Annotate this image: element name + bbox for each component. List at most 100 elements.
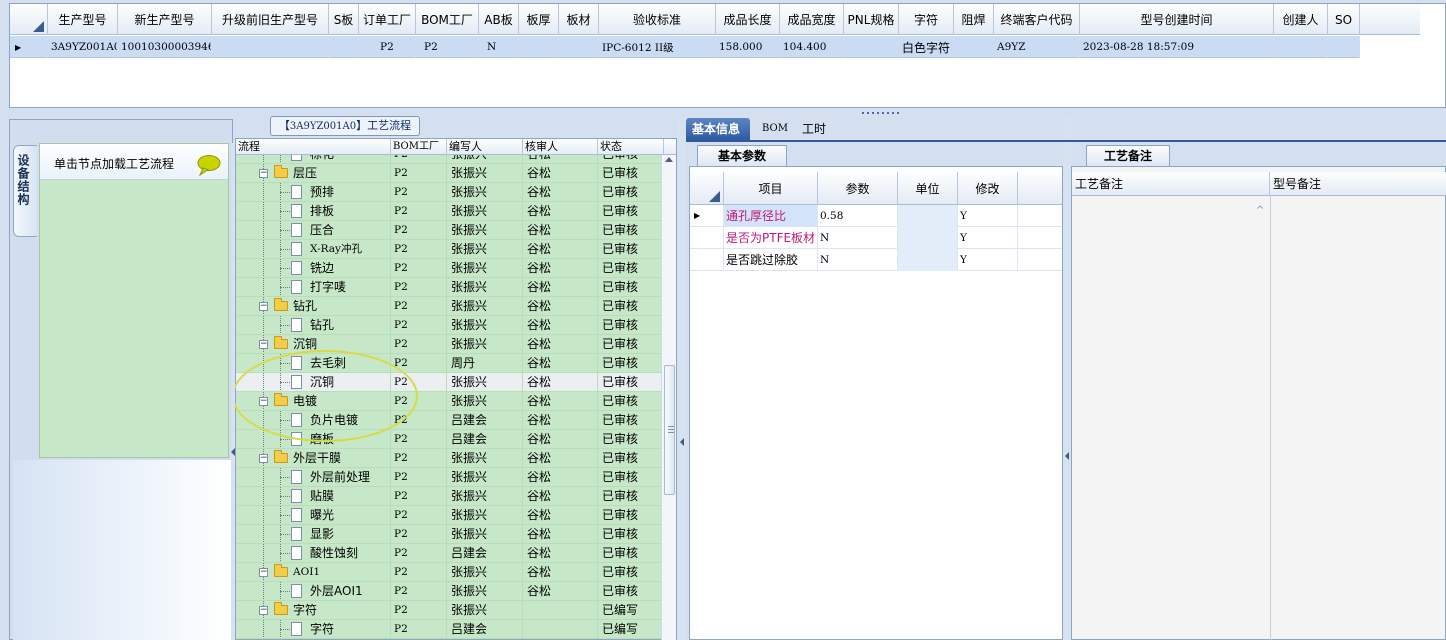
cell[interactable]: 2023-08-28 18:57:09 [1080, 36, 1274, 58]
collapse-icon[interactable]: − [259, 340, 268, 349]
tree-node-name[interactable]: 酸性蚀刻 [236, 544, 391, 562]
col-header[interactable]: 升级前旧生产型号 [212, 4, 329, 35]
writer-cell[interactable]: 张振兴 [447, 221, 523, 239]
reviewer-cell[interactable]: 谷松 [523, 354, 598, 372]
writer-cell[interactable]: 张振兴 [447, 468, 523, 486]
writer-cell[interactable]: 张振兴 [447, 449, 523, 467]
col-header[interactable]: 订单工厂 [359, 4, 416, 35]
bom-factory-cell[interactable]: P2 [391, 620, 447, 638]
writer-cell[interactable]: 张振兴 [447, 297, 523, 315]
grid-corner[interactable] [10, 4, 48, 35]
bom-factory-cell[interactable]: P2 [391, 544, 447, 562]
flow-node-panel[interactable]: 单击节点加载工艺流程 [39, 143, 229, 458]
cell[interactable] [559, 36, 599, 58]
reviewer-cell[interactable]: 谷松 [523, 240, 598, 258]
tree-step-row[interactable]: 显影 P2 张振兴 谷松 已审核 [236, 525, 662, 544]
tree-group-row[interactable]: − 钻孔 P2 张振兴 谷松 已审核 [236, 297, 662, 316]
param-unit[interactable] [898, 249, 958, 271]
col-header[interactable]: 型号创建时间 [1080, 4, 1274, 35]
reviewer-cell[interactable]: 谷松 [523, 525, 598, 543]
bom-factory-cell[interactable]: P2 [391, 582, 447, 600]
status-cell[interactable]: 已审核 [598, 316, 662, 334]
cell[interactable]: 白色字符 [899, 36, 954, 58]
vertical-splitter[interactable] [1063, 118, 1071, 640]
reviewer-cell[interactable]: 谷松 [523, 506, 598, 524]
writer-cell[interactable]: 张振兴 [447, 601, 523, 619]
tree-step-row[interactable]: X-Ray冲孔 P2 张振兴 谷松 已审核 [236, 240, 662, 259]
writer-cell[interactable]: 张振兴 [447, 563, 523, 581]
status-cell[interactable]: 已审核 [598, 449, 662, 467]
tree-node-name[interactable]: − 字符 [236, 601, 391, 619]
status-cell[interactable]: 已审核 [598, 335, 662, 353]
col-header[interactable]: 字符 [899, 4, 954, 35]
reviewer-cell[interactable]: 谷松 [523, 335, 598, 353]
collapse-left-arrow-icon[interactable] [680, 438, 684, 446]
vertical-splitter[interactable] [678, 118, 686, 640]
bom-factory-cell[interactable]: P2 [391, 297, 447, 315]
cell[interactable]: IPC-6012 II级 [599, 36, 716, 58]
tree-node-name[interactable]: 曝光 [236, 506, 391, 524]
vertical-scrollbar[interactable] [661, 155, 676, 640]
status-cell[interactable]: 已审核 [598, 487, 662, 505]
row-selector[interactable]: ▶ [10, 36, 48, 58]
horizontal-splitter[interactable] [0, 108, 1446, 117]
vertical-splitter[interactable] [231, 143, 235, 640]
notes-divider[interactable] [1270, 196, 1271, 640]
bom-factory-cell[interactable]: P2 [391, 155, 447, 163]
cell[interactable] [212, 36, 329, 58]
bom-factory-cell[interactable]: P2 [391, 335, 447, 353]
col-header[interactable]: BOM工厂 [391, 139, 447, 155]
param-edit[interactable]: Y [958, 227, 1018, 249]
reviewer-cell[interactable]: 谷松 [523, 259, 598, 277]
tree-node-name[interactable]: 显影 [236, 525, 391, 543]
reviewer-cell[interactable]: 谷松 [523, 563, 598, 581]
collapse-icon[interactable]: − [259, 606, 268, 615]
col-header[interactable]: 生产型号 [48, 4, 118, 35]
collapse-icon[interactable]: − [259, 568, 268, 577]
bom-factory-cell[interactable]: P2 [391, 259, 447, 277]
cell[interactable]: 104.400 [780, 36, 844, 58]
cell[interactable] [844, 36, 899, 58]
row-selector[interactable]: ▶ [690, 205, 724, 227]
bom-factory-cell[interactable]: P2 [391, 240, 447, 258]
tree-group-row[interactable]: − 层压 P2 张振兴 谷松 已审核 [236, 164, 662, 183]
param-unit[interactable] [898, 205, 958, 227]
writer-cell[interactable]: 吕建会 [447, 411, 523, 429]
scroll-up-arrow-icon[interactable]: ^ [1256, 205, 1264, 216]
scrollbar-thumb[interactable] [664, 365, 675, 495]
col-header[interactable]: 验收标准 [599, 4, 716, 35]
col-header[interactable]: 修改 [958, 172, 1018, 205]
status-cell[interactable]: 已审核 [598, 221, 662, 239]
tree-node-name[interactable]: 预排 [236, 183, 391, 201]
col-header[interactable]: PNL规格 [844, 4, 899, 35]
param-item[interactable]: 通孔厚径比 [724, 205, 818, 227]
writer-cell[interactable]: 吕建会 [447, 544, 523, 562]
collapse-left-arrow-icon[interactable] [231, 448, 235, 456]
tree-step-row[interactable]: 打字唛 P2 张振兴 谷松 已审核 [236, 278, 662, 297]
col-header[interactable]: S板 [329, 4, 359, 35]
cell[interactable]: N [479, 36, 519, 58]
col-header[interactable]: 参数 [818, 172, 898, 205]
tree-node-name[interactable]: X-Ray冲孔 [236, 240, 391, 258]
reviewer-cell[interactable] [523, 620, 598, 638]
tree-node-name[interactable]: − 钻孔 [236, 297, 391, 315]
writer-cell[interactable]: 张振兴 [447, 487, 523, 505]
param-value[interactable]: 0.58 [818, 205, 898, 227]
bom-factory-cell[interactable]: P2 [391, 183, 447, 201]
tree-node-name[interactable]: 排板 [236, 202, 391, 220]
row-selector[interactable] [690, 249, 724, 271]
tree-node-name[interactable]: − 外层干膜 [236, 449, 391, 467]
table-row[interactable]: 是否跳过除胶 N Y [690, 249, 1062, 271]
tree-step-row[interactable]: 贴膜 P2 张振兴 谷松 已审核 [236, 487, 662, 506]
tab-bom[interactable]: BOM [756, 118, 794, 140]
bom-factory-cell[interactable]: P2 [391, 164, 447, 182]
col-header[interactable]: 项目 [724, 172, 818, 205]
tree-step-row[interactable]: 排板 P2 张振兴 谷松 已审核 [236, 202, 662, 221]
status-cell[interactable]: 已审核 [598, 259, 662, 277]
status-cell[interactable]: 已审核 [598, 468, 662, 486]
status-cell[interactable]: 已审核 [598, 582, 662, 600]
writer-cell[interactable]: 吕建会 [447, 430, 523, 448]
reviewer-cell[interactable]: 谷松 [523, 164, 598, 182]
tab-basic-info[interactable]: 基本信息 [686, 118, 750, 140]
process-flow-title[interactable]: 【3A9YZ001A0】工艺流程 [270, 116, 420, 136]
